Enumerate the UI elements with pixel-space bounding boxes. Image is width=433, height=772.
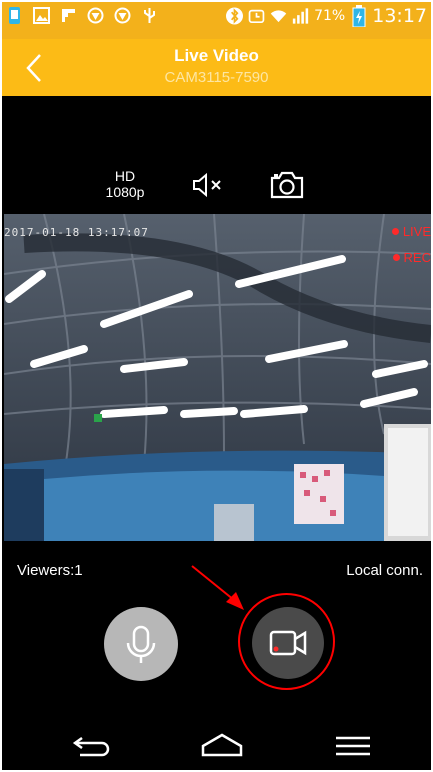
microphone-button[interactable]: [104, 607, 178, 681]
flipboard-icon: [60, 7, 77, 24]
video-timestamp: 2017-01-18 13:17:07: [4, 226, 149, 239]
camera-frame-image: [4, 214, 431, 541]
nav-home-button[interactable]: [199, 732, 245, 758]
alarm-icon: [248, 8, 265, 25]
app-header: Live Video CAM3115-7590: [2, 39, 431, 96]
live-indicator: LIVE: [391, 224, 431, 239]
video-record-icon: [269, 630, 307, 656]
status-bar-system-icons: 71% 13:17: [226, 5, 427, 27]
gallery-icon: [33, 7, 50, 24]
record-button[interactable]: [252, 607, 324, 679]
battery-icon: [350, 5, 367, 27]
rec-dot-icon: [392, 254, 400, 261]
shield-icon: [87, 7, 104, 24]
camera-name: CAM3115-7590: [164, 69, 269, 86]
status-bar: 71% 13:17: [2, 2, 431, 39]
connection-type: Local conn.: [346, 562, 423, 579]
annotation-arrow: [191, 565, 244, 610]
status-bar-notification-icons: [6, 7, 158, 24]
bluetooth-icon: [226, 7, 244, 25]
quality-label: HD: [114, 168, 136, 184]
signal-icon: [292, 8, 309, 25]
nav-back-button[interactable]: [72, 734, 116, 758]
resolution-label: 1080p: [105, 184, 145, 200]
snapshot-button[interactable]: [270, 170, 304, 200]
phone-screen: 71% 13:17 Live Video CAM3115-7590 HD 108…: [2, 2, 431, 770]
live-dot-icon: [391, 228, 399, 235]
page-title: Live Video: [174, 46, 259, 65]
menu-icon: [336, 736, 370, 756]
microphone-icon: [126, 625, 156, 663]
nav-menu-button[interactable]: [333, 734, 373, 758]
camera-icon: [270, 171, 304, 199]
back-arrow-icon: [72, 736, 110, 757]
home-icon: [201, 733, 243, 757]
usb-icon: [141, 7, 158, 24]
speaker-muted-icon: [193, 172, 221, 198]
rec-label: REC: [403, 250, 431, 265]
live-video-feed[interactable]: 2017-01-18 13:17:07 LIVE REC: [4, 214, 431, 541]
wifi-icon: [270, 8, 287, 25]
battery-percent: 71%: [314, 8, 346, 24]
notification-icon: [6, 7, 23, 24]
status-time: 13:17: [372, 5, 427, 27]
mute-button[interactable]: [191, 172, 227, 198]
live-label: LIVE: [402, 224, 431, 239]
viewers-count: Viewers:1: [17, 562, 83, 579]
shield-icon: [114, 7, 131, 24]
quality-toggle-button[interactable]: HD 1080p: [100, 168, 150, 200]
android-nav-bar: [2, 720, 431, 770]
rec-indicator: REC: [392, 250, 431, 265]
video-controls: HD 1080p: [2, 162, 431, 206]
